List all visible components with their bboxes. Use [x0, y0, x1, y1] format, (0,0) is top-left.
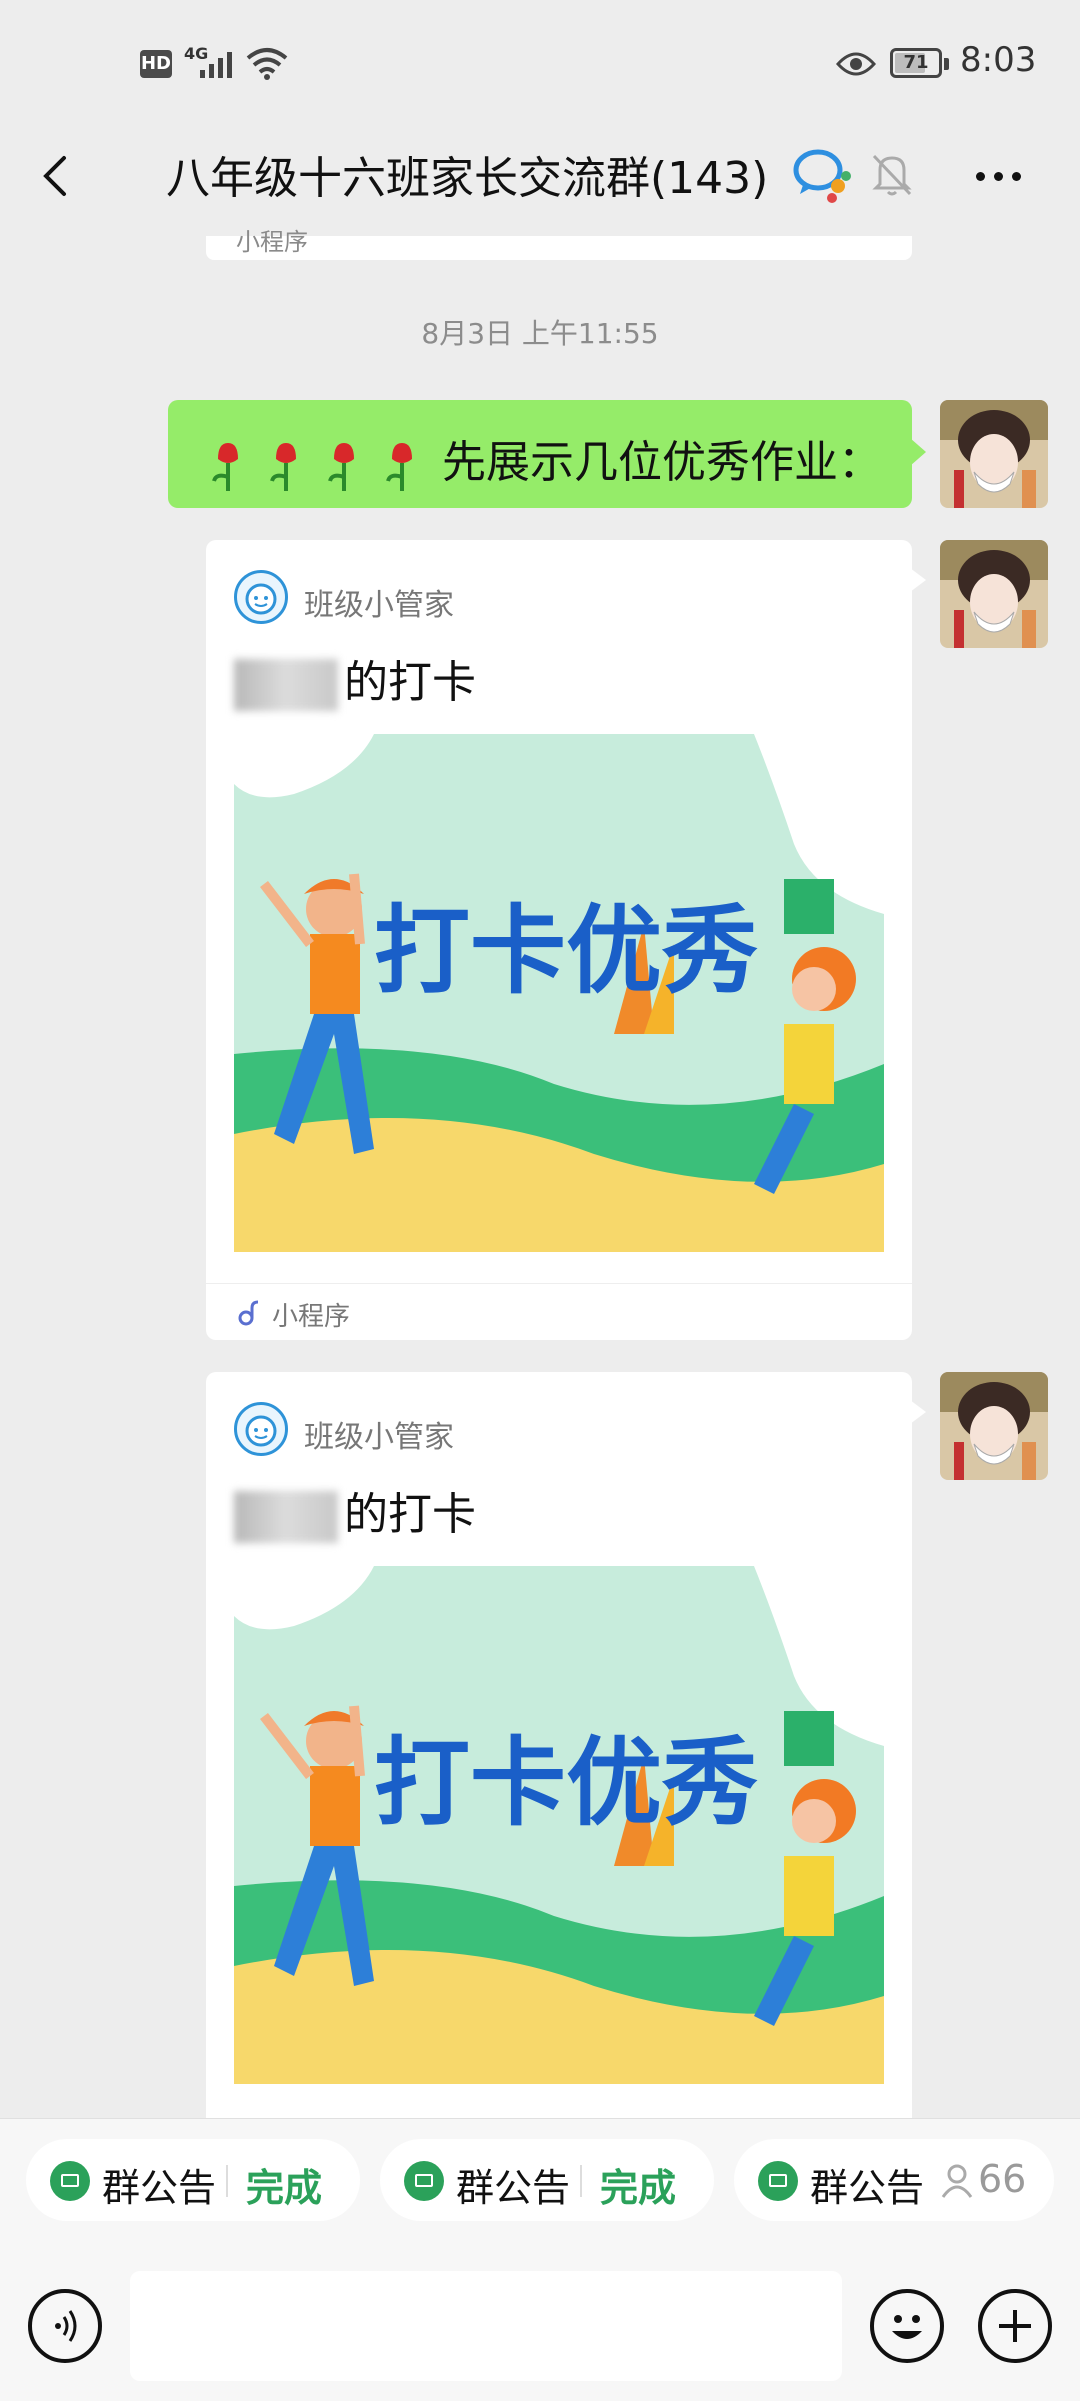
clock: 8:03 — [960, 40, 1037, 80]
person-icon — [941, 2164, 973, 2198]
pill-status: 完成 — [246, 2166, 323, 2210]
checkin-banner-image: 打卡优秀 — [234, 734, 884, 1252]
banner-text: 打卡优秀 — [374, 1727, 758, 1839]
user-avatar[interactable] — [940, 400, 1048, 508]
miniprogram-card[interactable]: 班级小管家 的打卡 打卡优秀 — [206, 1372, 926, 2132]
blurred-name — [234, 659, 338, 711]
class-manager-logo-icon — [234, 570, 288, 624]
class-manager-logo-icon — [234, 1402, 288, 1456]
miniprogram-card[interactable]: 班级小管家 的打卡 打卡优秀 小程序 — [206, 540, 926, 1340]
previous-miniprogram-card[interactable]: 小程序 — [206, 228, 912, 260]
app-name: 班级小管家 — [304, 588, 454, 623]
input-bar — [0, 2271, 1080, 2381]
chat-header: 八年级十六班家长交流群(143) — [0, 120, 1080, 240]
more-options-icon[interactable] — [976, 166, 1030, 185]
group-chat-tools-icon[interactable] — [792, 146, 854, 204]
user-avatar[interactable] — [940, 540, 1048, 648]
banner-text: 打卡优秀 — [374, 895, 758, 1007]
pill-label: 群公告 — [810, 2166, 925, 2210]
group-notice-pill[interactable]: 群公告 完成 — [26, 2139, 360, 2221]
card-title: 的打卡 — [234, 646, 476, 711]
message-timestamp: 8月3日 上午11:55 — [421, 317, 659, 350]
message-input[interactable] — [130, 2271, 842, 2381]
emoji-icon[interactable] — [870, 2289, 944, 2363]
user-avatar[interactable] — [940, 1372, 1048, 1480]
text-message-bubble[interactable]: 先展示几位优秀作业： — [168, 400, 926, 508]
wifi-icon — [246, 48, 288, 80]
battery-icon: 71 — [890, 48, 942, 78]
group-notice-pill[interactable]: 群公告 66 — [734, 2139, 1054, 2221]
card-title: 的打卡 — [234, 1478, 476, 1543]
battery-level: 71 — [903, 52, 929, 73]
eye-comfort-icon — [836, 52, 876, 76]
pill-label: 群公告 — [102, 2166, 217, 2210]
bottom-panel: 群公告 完成 群公告 完成 群公告 66 — [0, 2118, 1080, 2401]
rose-emoji-icon — [212, 443, 412, 491]
group-notice-pill[interactable]: 群公告 完成 — [380, 2139, 714, 2221]
mute-bell-icon — [872, 154, 912, 196]
checkin-banner-image: 打卡优秀 — [234, 1566, 884, 2084]
miniprogram-link-icon — [238, 1300, 259, 1326]
add-more-icon[interactable] — [978, 2289, 1052, 2363]
status-bar: HD 4G 71 8:03 — [0, 0, 1080, 120]
group-title: 八年级十六班家长交流群(143) — [166, 153, 769, 204]
miniprogram-label: 小程序 — [272, 1302, 351, 1332]
notice-icon — [404, 2161, 444, 2201]
message-text: 先展示几位优秀作业： — [442, 437, 882, 488]
pill-count: 66 — [978, 2157, 1027, 2201]
card-footer: 小程序 — [206, 1283, 912, 1340]
notice-icon — [758, 2161, 798, 2201]
hd-indicator: HD — [140, 50, 172, 78]
notice-icon — [50, 2161, 90, 2201]
blurred-name — [234, 1491, 338, 1543]
pill-status: 完成 — [600, 2166, 677, 2210]
pill-label: 群公告 — [456, 2166, 571, 2210]
voice-icon[interactable] — [28, 2289, 102, 2363]
signal-icon — [200, 52, 232, 78]
miniprogram-label: 小程序 — [236, 228, 308, 256]
app-name: 班级小管家 — [304, 1420, 454, 1455]
back-arrow-icon[interactable] — [28, 146, 88, 206]
